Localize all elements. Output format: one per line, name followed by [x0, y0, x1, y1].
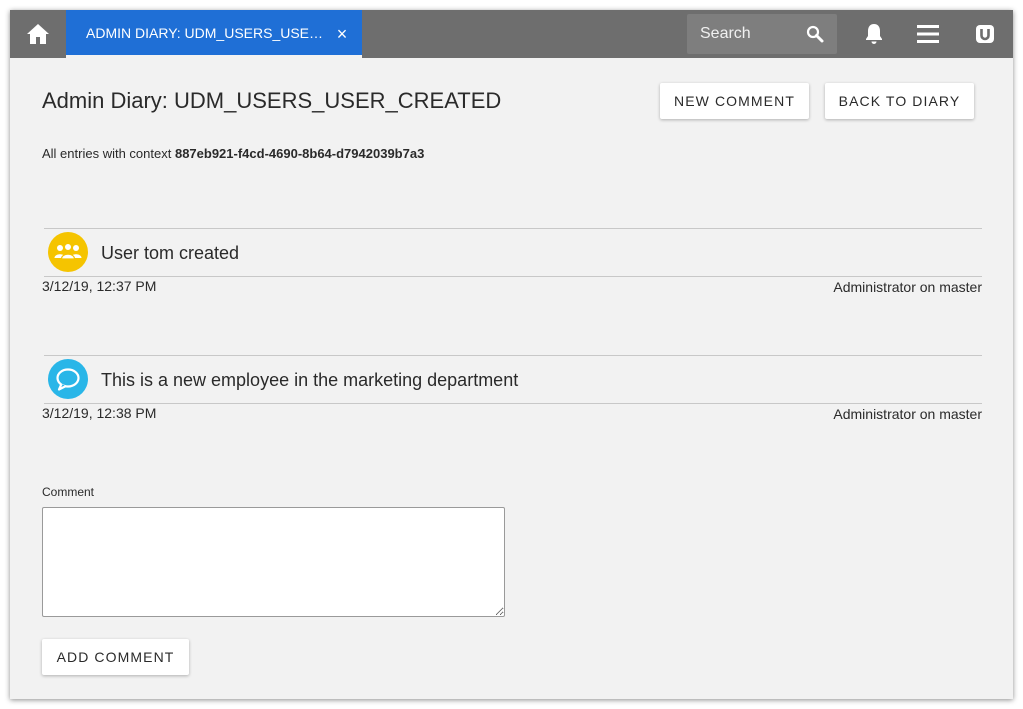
- top-bar: ADMIN DIARY: UDM_USERS_USER_CREATED × Se…: [10, 10, 1013, 58]
- search-input[interactable]: Search: [687, 14, 837, 54]
- entry-timestamp: 3/12/19, 12:37 PM: [42, 278, 157, 294]
- hamburger-menu-icon: [917, 25, 939, 43]
- context-id: 887eb921-f4cd-4690-8b64-d7942039b7a3: [174, 146, 425, 161]
- page-title: Admin Diary: UDM_USERS_USER_CREATED: [42, 88, 502, 113]
- tab-label: ADMIN DIARY: UDM_USERS_USER_CREATED: [86, 24, 328, 41]
- univention-button[interactable]: [965, 10, 1005, 58]
- comment-textarea[interactable]: [42, 507, 505, 617]
- comment-label: Comment: [42, 485, 95, 499]
- entry-message: This is a new employee in the marketing …: [101, 370, 519, 390]
- divider: [44, 403, 982, 404]
- add-comment-button[interactable]: ADD COMMENT: [42, 639, 189, 675]
- context-prefix: All entries with context: [42, 146, 172, 161]
- comment-icon: [48, 359, 88, 399]
- bell-icon: [866, 24, 882, 44]
- context-description: All entries with context 887eb921-f4cd-4…: [42, 146, 424, 161]
- search-placeholder: Search: [700, 25, 751, 42]
- entry-timestamp: 3/12/19, 12:38 PM: [42, 405, 157, 421]
- divider: [44, 276, 982, 277]
- users-icon: [48, 232, 88, 272]
- entry-author: Administrator on master: [833, 279, 982, 295]
- app-window: ADMIN DIARY: UDM_USERS_USER_CREATED × Se…: [10, 10, 1013, 699]
- divider: [44, 228, 982, 229]
- new-comment-button[interactable]: NEW COMMENT: [660, 83, 809, 119]
- entry-message: User tom created: [101, 243, 240, 263]
- tab-admin-diary[interactable]: ADMIN DIARY: UDM_USERS_USER_CREATED ×: [66, 10, 362, 58]
- close-icon[interactable]: ×: [332, 24, 352, 44]
- home-button[interactable]: [10, 10, 66, 58]
- search-icon[interactable]: [805, 24, 825, 44]
- univention-logo-icon: [976, 25, 994, 43]
- divider: [44, 355, 982, 356]
- entry-author: Administrator on master: [833, 406, 982, 422]
- back-to-diary-button[interactable]: BACK TO DIARY: [825, 83, 974, 119]
- menu-button[interactable]: [908, 10, 948, 58]
- notifications-button[interactable]: [854, 10, 894, 58]
- home-icon: [27, 24, 49, 44]
